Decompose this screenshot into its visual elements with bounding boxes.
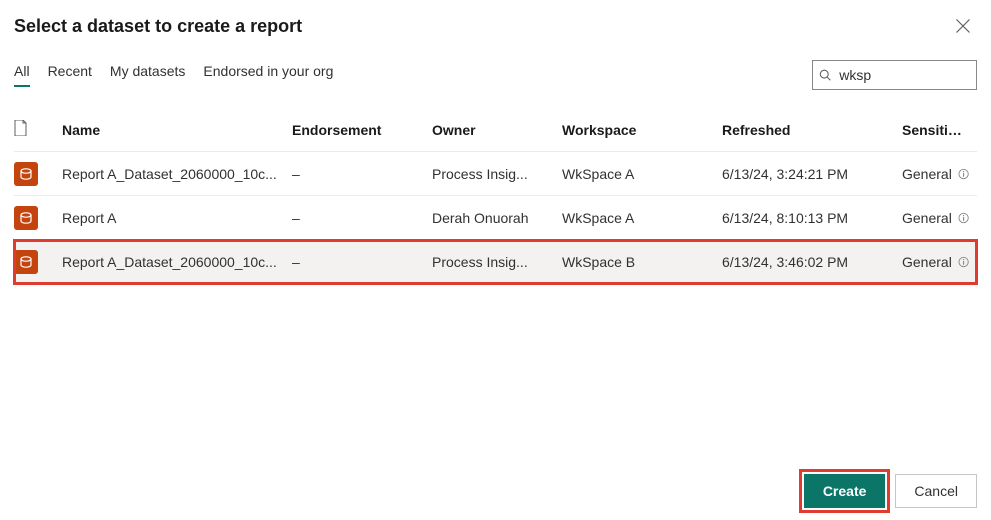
cell-owner: Process Insig...: [432, 254, 562, 270]
document-icon: [14, 120, 28, 136]
cell-workspace: WkSpace A: [562, 166, 722, 182]
cell-endorsement: –: [292, 254, 432, 270]
search-box[interactable]: [812, 60, 977, 90]
col-endorsement[interactable]: Endorsement: [292, 122, 432, 138]
tab-endorsed[interactable]: Endorsed in your org: [203, 63, 333, 87]
cell-name: Report A_Dataset_2060000_10c...: [62, 254, 292, 270]
close-icon: [956, 19, 970, 33]
close-button[interactable]: [949, 12, 977, 40]
create-button[interactable]: Create: [804, 474, 886, 508]
dialog-title: Select a dataset to create a report: [14, 16, 302, 37]
info-icon: [958, 256, 969, 268]
search-icon: [819, 68, 831, 82]
tabs: All Recent My datasets Endorsed in your …: [14, 63, 333, 87]
tab-my-datasets[interactable]: My datasets: [110, 63, 185, 87]
dataset-icon: [14, 162, 38, 186]
cell-sensitivity: General: [902, 166, 977, 182]
cancel-button[interactable]: Cancel: [895, 474, 977, 508]
info-icon: [958, 212, 969, 224]
cell-owner: Process Insig...: [432, 166, 562, 182]
col-workspace[interactable]: Workspace: [562, 122, 722, 138]
col-owner[interactable]: Owner: [432, 122, 562, 138]
cell-sensitivity: General: [902, 254, 977, 270]
search-input[interactable]: [837, 66, 970, 84]
table-row[interactable]: Report A – Derah Onuorah WkSpace A 6/13/…: [14, 196, 977, 240]
tab-all[interactable]: All: [14, 63, 30, 87]
col-refreshed[interactable]: Refreshed: [722, 122, 902, 138]
dataset-grid: Name Endorsement Owner Workspace Refresh…: [14, 108, 977, 284]
col-sensitivity[interactable]: Sensitivity: [902, 122, 977, 138]
grid-header: Name Endorsement Owner Workspace Refresh…: [14, 108, 977, 152]
cell-endorsement: –: [292, 210, 432, 226]
cell-owner: Derah Onuorah: [432, 210, 562, 226]
cell-sensitivity: General: [902, 210, 977, 226]
col-icon: [14, 120, 62, 139]
table-row[interactable]: Report A_Dataset_2060000_10c... – Proces…: [14, 152, 977, 196]
tab-recent[interactable]: Recent: [48, 63, 92, 87]
col-name[interactable]: Name: [62, 122, 292, 138]
cell-refreshed: 6/13/24, 8:10:13 PM: [722, 210, 902, 226]
info-icon: [958, 168, 969, 180]
cell-name: Report A_Dataset_2060000_10c...: [62, 166, 292, 182]
cell-refreshed: 6/13/24, 3:46:02 PM: [722, 254, 902, 270]
cell-name: Report A: [62, 210, 292, 226]
footer: Create Cancel: [804, 474, 977, 508]
cell-workspace: WkSpace B: [562, 254, 722, 270]
cell-endorsement: –: [292, 166, 432, 182]
dialog: Select a dataset to create a report All …: [0, 0, 991, 520]
dataset-icon: [14, 250, 38, 274]
dataset-icon: [14, 206, 38, 230]
cell-workspace: WkSpace A: [562, 210, 722, 226]
cell-refreshed: 6/13/24, 3:24:21 PM: [722, 166, 902, 182]
table-row[interactable]: Report A_Dataset_2060000_10c... – Proces…: [14, 240, 977, 284]
